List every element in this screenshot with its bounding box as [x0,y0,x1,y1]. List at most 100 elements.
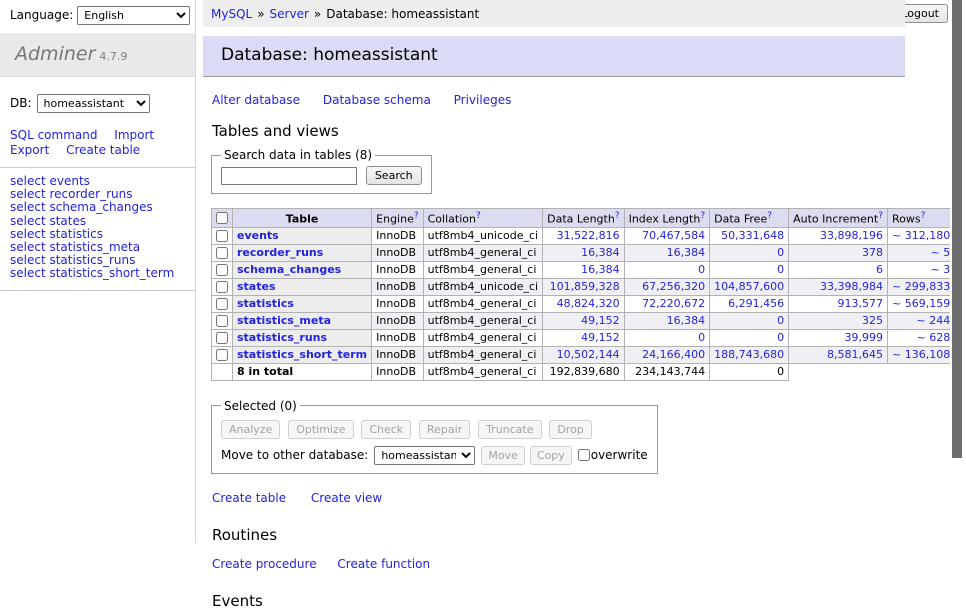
column-help-link[interactable]: ? [414,211,419,221]
app-name[interactable]: Adminer [15,43,95,65]
data-length-link[interactable]: 49,152 [581,331,620,344]
data-length-link[interactable]: 16,384 [581,263,620,276]
database-action-link[interactable]: Privileges [454,93,512,107]
table-name-link[interactable]: schema_changes [237,263,341,276]
data-free-link[interactable]: 0 [777,246,784,259]
database-action-link[interactable]: Alter database [212,93,300,107]
auto-increment-link[interactable]: 33,398,984 [820,280,883,293]
table-name-link[interactable]: statistics_runs [237,331,327,344]
data-length-link[interactable]: 31,522,816 [557,229,620,242]
index-length-link[interactable]: 70,467,584 [642,229,705,242]
data-length-link[interactable]: 49,152 [581,314,620,327]
sidebar-action-link[interactable]: Export [10,143,49,157]
sidebar-action-link[interactable]: SQL command [10,128,97,142]
data-length-link[interactable]: 101,859,328 [550,280,620,293]
search-input[interactable] [221,167,357,185]
move-button[interactable]: Move [481,446,525,465]
column-help-link[interactable]: ? [921,211,926,221]
sidebar-select-table-link[interactable]: select states [10,215,185,228]
data-length-link[interactable]: 48,824,320 [557,297,620,310]
index-length-link[interactable]: 24,166,400 [642,348,705,361]
row-checkbox[interactable] [216,230,228,242]
rows-count-link[interactable]: ~ 299,833 [892,280,950,293]
column-help-link[interactable]: ? [878,211,883,221]
row-checkbox[interactable] [216,298,228,310]
row-checkbox[interactable] [216,332,228,344]
database-action-link[interactable]: Database schema [323,93,431,107]
auto-increment-link[interactable]: 913,577 [838,297,884,310]
data-length-link[interactable]: 16,384 [581,246,620,259]
scrollbar-thumb[interactable] [952,0,962,458]
data-free-link[interactable]: 188,743,680 [714,348,784,361]
selected-action-button[interactable]: Optimize [288,420,353,439]
data-free-link[interactable]: 104,857,600 [714,280,784,293]
routine-link[interactable]: Create function [337,557,430,571]
language-select[interactable]: English [77,6,190,25]
column-help-link[interactable]: ? [767,211,772,221]
auto-increment-link[interactable]: 8,581,645 [827,348,883,361]
data-free-link[interactable]: 6,291,456 [728,297,784,310]
table-name-link[interactable]: states [237,280,276,293]
data-free-link[interactable]: 0 [777,314,784,327]
rows-count-link[interactable]: ~ 5 [930,246,950,259]
row-checkbox[interactable] [216,315,228,327]
auto-increment-link[interactable]: 39,999 [845,331,884,344]
row-checkbox[interactable] [216,264,228,276]
sidebar-action-link[interactable]: Create table [66,143,140,157]
data-free-link[interactable]: 0 [777,331,784,344]
table-name-link[interactable]: statistics [237,297,294,310]
data-free-cell: 0 [710,261,789,278]
select-all-checkbox[interactable] [216,212,228,224]
routine-link[interactable]: Create procedure [212,557,317,571]
table-name-link[interactable]: events [237,229,279,242]
rows-count-link[interactable]: ~ 312,180 [892,229,950,242]
index-length-link[interactable]: 72,220,672 [642,297,705,310]
create-link[interactable]: Create view [311,491,382,505]
copy-button[interactable]: Copy [530,446,572,465]
selected-action-button[interactable]: Analyze [221,420,280,439]
rows-count-link[interactable]: ~ 628 [916,331,950,344]
breadcrumb-mysql-link[interactable]: MySQL [211,7,252,21]
table-name-link[interactable]: recorder_runs [237,246,323,259]
data-free-link[interactable]: 50,331,648 [721,229,784,242]
selected-action-button[interactable]: Repair [419,420,470,439]
row-checkbox[interactable] [216,247,228,259]
data-length-link[interactable]: 10,502,144 [557,348,620,361]
rows-count-link[interactable]: ~ 136,108 [892,348,950,361]
auto-increment-link[interactable]: 325 [862,314,883,327]
index-length-link[interactable]: 0 [698,263,705,276]
scrollbar[interactable] [950,0,966,543]
move-db-select[interactable]: homeassistant [374,446,475,465]
table-name-link[interactable]: statistics_short_term [237,348,367,361]
overwrite-checkbox[interactable] [578,449,590,461]
auto-increment-link[interactable]: 33,898,196 [820,229,883,242]
sidebar-select-table-link[interactable]: select schema_changes [10,201,185,214]
auto-increment-link[interactable]: 6 [876,263,883,276]
column-help-link[interactable]: ? [476,211,481,221]
data-free-link[interactable]: 0 [777,263,784,276]
table-name-link[interactable]: statistics_meta [237,314,331,327]
sidebar-select-table-link[interactable]: select statistics_short_term [10,267,185,280]
rows-count-link[interactable]: ~ 569,159 [892,297,950,310]
row-checkbox[interactable] [216,349,228,361]
auto-increment-link[interactable]: 378 [862,246,883,259]
index-length-link[interactable]: 16,384 [667,246,706,259]
index-length-link[interactable]: 16,384 [667,314,706,327]
index-length-link[interactable]: 67,256,320 [642,280,705,293]
selected-action-button[interactable]: Truncate [478,420,541,439]
rows-count-link[interactable]: ~ 3 [930,263,950,276]
column-help-link[interactable]: ? [700,211,705,221]
db-select[interactable]: homeassistant [37,94,150,113]
selected-action-button[interactable]: Check [361,420,411,439]
data-free-cell: 0 [710,312,789,329]
search-button[interactable]: Search [366,166,422,185]
selected-action-button[interactable]: Drop [549,420,591,439]
index-length-link[interactable]: 0 [698,331,705,344]
column-help-link[interactable]: ? [615,211,620,221]
create-link[interactable]: Create table [212,491,286,505]
sidebar-action-link[interactable]: Import [114,128,154,142]
row-checkbox[interactable] [216,281,228,293]
breadcrumb-server-link[interactable]: Server [270,7,309,21]
rows-count-link[interactable]: ~ 244 [916,314,950,327]
table-row: states InnoDB utf8mb4_unicode_ci 101,859… [212,278,966,295]
